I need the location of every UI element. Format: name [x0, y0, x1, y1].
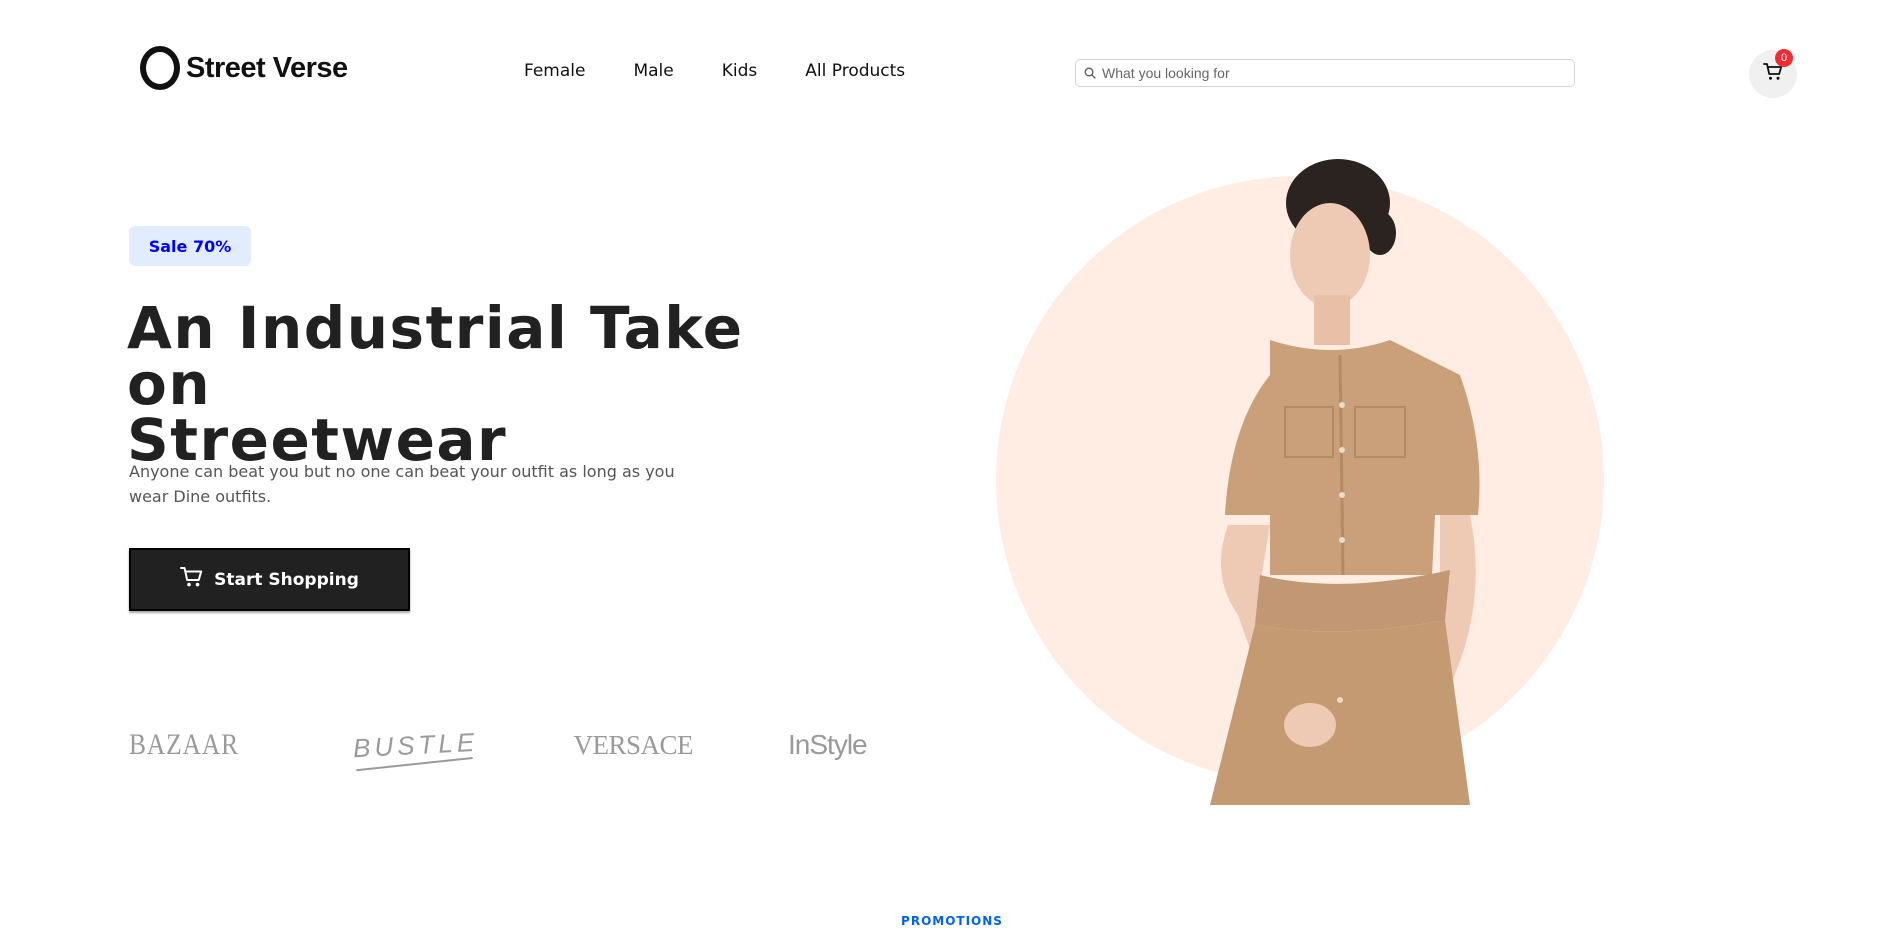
hero-subtitle-line-2: wear Dine outfits.: [129, 487, 272, 506]
search-bar: [1075, 59, 1575, 87]
cart-button-icon: [180, 566, 204, 593]
featured-brands: BAZAAR BUSTLE VERSACE InStyle: [129, 726, 868, 763]
logo-text: Street Verse: [186, 51, 348, 84]
brand-logo-versace: VERSACE: [573, 729, 694, 760]
search-input[interactable]: [1102, 65, 1566, 81]
hero-model-image: [1210, 159, 1480, 805]
logo-link[interactable]: Street Verse: [140, 46, 348, 90]
page: Street Verse Female Male Kids All Produc…: [0, 0, 1904, 942]
hero-subtitle: Anyone can beat you but no one can beat …: [129, 459, 689, 509]
brand-logo-bazaar: BAZAAR: [129, 728, 239, 761]
nav-item-female[interactable]: Female: [524, 61, 585, 81]
hero-title-line-1: An Industrial Take on: [127, 294, 744, 418]
nav-item-all-products[interactable]: All Products: [805, 61, 905, 81]
brand-logo-instyle: InStyle: [788, 729, 868, 760]
start-shopping-label: Start Shopping: [214, 569, 359, 590]
sale-badge: Sale 70%: [129, 226, 251, 266]
brand-logo-bustle: BUSTLE: [352, 726, 480, 763]
logo-ring-icon: [140, 46, 180, 90]
hero-title: An Industrial Take on Streetwear: [127, 299, 827, 469]
nav-item-male[interactable]: Male: [633, 61, 673, 81]
promotions-label: PROMOTIONS: [901, 914, 1003, 928]
hero-subtitle-line-1: Anyone can beat you but no one can beat …: [129, 462, 675, 481]
start-shopping-button[interactable]: Start Shopping: [129, 548, 410, 611]
nav-item-kids[interactable]: Kids: [722, 61, 758, 81]
cart-button[interactable]: 0: [1749, 49, 1797, 98]
search-icon: [1084, 64, 1096, 83]
cart-count-badge: 0: [1775, 49, 1793, 67]
main-nav: Female Male Kids All Products: [524, 61, 905, 81]
